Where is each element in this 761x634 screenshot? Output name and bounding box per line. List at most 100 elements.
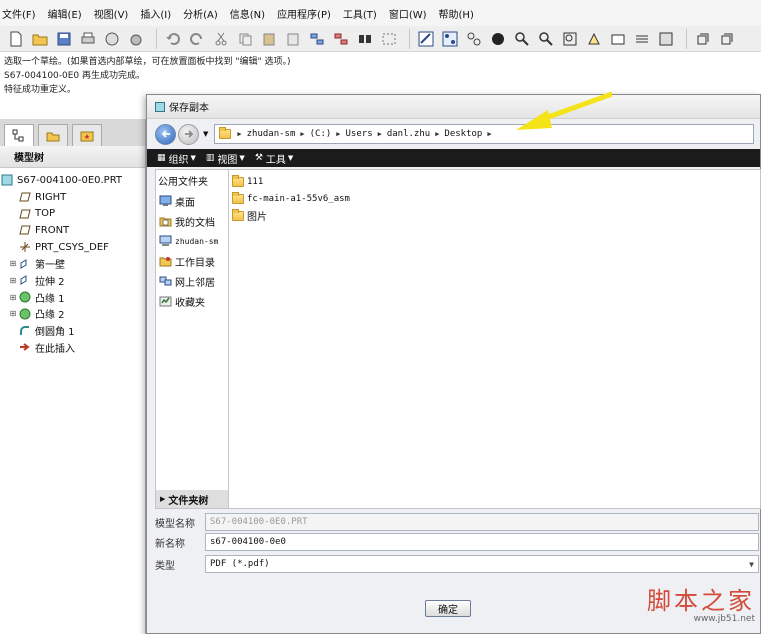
dialog-title-bar: 保存副本 [147,95,760,119]
menu-tools[interactable]: 工具(T) [343,6,377,21]
favorites-tab-icon[interactable] [72,124,102,146]
datum-plane-toggle-icon[interactable] [416,29,436,49]
command-bar: ▦ 组织 ▼ ▥ 视图 ▼ ⚒ 工具 ▼ [147,149,760,167]
view-manager-icon[interactable] [656,29,676,49]
fav-item-favorites[interactable]: 收藏夹 [156,291,228,311]
menu-window[interactable]: 窗口(W) [389,6,427,21]
select-box-icon[interactable] [379,29,399,49]
breadcrumb-arrow-icon: ▶ [336,130,341,138]
tree-item-part[interactable]: S67-004100-0E0.PRT [0,172,145,189]
type-row: 类型 PDF (*.pdf) ▼ [155,555,759,573]
tree-item-first-wall[interactable]: ⊞ 第一壁 [0,255,145,272]
fav-item-working-dir[interactable]: 工作目录 [156,251,228,271]
reorient-icon[interactable] [584,29,604,49]
model-name-field: S67-004100-0E0.PRT [205,513,759,531]
menu-applications[interactable]: 应用程序(P) [277,6,331,21]
forward-button[interactable] [178,123,199,145]
new-file-icon[interactable] [6,29,26,49]
back-button[interactable] [155,123,176,145]
tree-item-label: 凸缘 1 [35,293,65,305]
tools-menu[interactable]: ⚒ 工具 ▼ [255,151,293,166]
datum-point-toggle-icon[interactable] [464,29,484,49]
new-name-input[interactable]: s67-004100-0e0 [205,533,759,551]
expand-icon[interactable]: ⊞ [8,259,18,268]
menu-analysis[interactable]: 分析(A) [183,6,218,21]
menu-file[interactable]: 文件(F) [2,6,36,21]
menu-edit[interactable]: 编辑(E) [48,6,82,21]
breadcrumb-item[interactable]: (C:) [310,129,332,139]
save-icon[interactable] [54,29,74,49]
fav-item-desktop[interactable]: 桌面 [156,191,228,211]
undo-icon[interactable] [163,29,183,49]
model-tree-tab-icon[interactable] [4,124,34,146]
ok-button[interactable]: 确定 [425,600,471,617]
organize-menu[interactable]: ▦ 组织 ▼ [157,151,196,166]
view-menu[interactable]: ▥ 视图 ▼ [206,151,245,166]
tree-item-flange-2[interactable]: ⊞ 凸缘 2 [0,306,145,323]
fav-item-network[interactable]: 网上邻居 [156,271,228,291]
tree-item-label: PRT_CSYS_DEF [35,241,109,253]
refit-icon[interactable] [560,29,580,49]
expand-icon[interactable]: ⊞ [8,276,18,285]
open-folder-icon[interactable] [30,29,50,49]
regen-manager-icon[interactable] [331,29,351,49]
tree-item-label: 凸缘 2 [35,310,65,322]
folder-browser-tab-icon[interactable] [38,124,68,146]
file-row[interactable]: 111 [232,173,757,190]
redo-icon[interactable] [187,29,207,49]
computer-icon [159,235,172,246]
close-window-icon[interactable] [126,29,146,49]
address-bar[interactable]: ▶ zhudan-sm ▶ (C:) ▶ Users ▶ danl.zhu ▶ … [214,124,755,144]
file-list: 111 fc-main-a1-55v6_asm 图片 [229,169,761,509]
tree-item-flange-1[interactable]: ⊞ 凸缘 1 [0,289,145,306]
tree-item-csys[interactable]: PRT_CSYS_DEF [0,239,145,256]
copy-icon[interactable] [235,29,255,49]
paste-icon[interactable] [259,29,279,49]
hidden-line-icon[interactable] [717,29,737,49]
folder-tree-toggle[interactable]: ▶ 文件夹树 [156,490,228,508]
menu-insert[interactable]: 插入(I) [140,6,171,21]
tree-item-top[interactable]: TOP [0,205,145,222]
wireframe-icon[interactable] [693,29,713,49]
flange-icon [18,308,32,320]
tree-item-round-1[interactable]: 倒圆角 1 [0,322,145,339]
fav-item-documents[interactable]: 我的文档 [156,211,228,231]
datum-axis-toggle-icon[interactable] [440,29,460,49]
tree-item-insert-here[interactable]: 在此插入 [0,339,145,356]
zoom-in-icon[interactable] [512,29,532,49]
tree-item-extrude-2[interactable]: ⊞ 拉伸 2 [0,272,145,289]
breadcrumb-item[interactable]: Users [346,129,373,139]
fav-item-computer[interactable]: zhudan-sm [156,231,228,251]
breadcrumb-item[interactable]: Desktop [444,129,482,139]
shading-icon[interactable] [488,29,508,49]
file-row[interactable]: fc-main-a1-55v6_asm [232,190,757,207]
print-icon[interactable] [78,29,98,49]
send-icon[interactable] [102,29,122,49]
message-line: S67-004100-0E0 再生成功完成。 [4,71,146,81]
chevron-down-icon: ▼ [749,559,754,569]
menu-help[interactable]: 帮助(H) [439,6,474,21]
expand-icon[interactable]: ⊞ [8,293,18,302]
layers-icon[interactable] [632,29,652,49]
menu-info[interactable]: 信息(N) [230,6,265,21]
app-icon [155,101,165,112]
regenerate-icon[interactable] [307,29,327,49]
file-row[interactable]: 图片 [232,207,757,224]
tree-item-right[interactable]: RIGHT [0,189,145,206]
menu-view[interactable]: 视图(V) [94,6,129,21]
history-dropdown-icon[interactable]: ▼ [203,130,208,138]
zoom-out-icon[interactable] [536,29,556,49]
breadcrumb-arrow-icon: ▶ [435,130,440,138]
expand-icon[interactable]: ⊞ [8,309,18,318]
saved-views-icon[interactable] [608,29,628,49]
breadcrumb-item[interactable]: danl.zhu [387,129,430,139]
paste-special-icon[interactable] [283,29,303,49]
fav-item-label: 网上邻居 [175,277,215,289]
find-icon[interactable] [355,29,375,49]
file-browser: 公用文件夹 桌面 我的文档 zhudan-sm 工作目录 网上邻居 收藏夹 ▶ … [155,169,761,509]
tree-item-front[interactable]: FRONT [0,222,145,239]
breadcrumb-item[interactable]: zhudan-sm [247,129,296,139]
fav-item-label: 我的文档 [175,217,215,229]
type-select[interactable]: PDF (*.pdf) ▼ [205,555,759,573]
cut-icon[interactable] [211,29,231,49]
